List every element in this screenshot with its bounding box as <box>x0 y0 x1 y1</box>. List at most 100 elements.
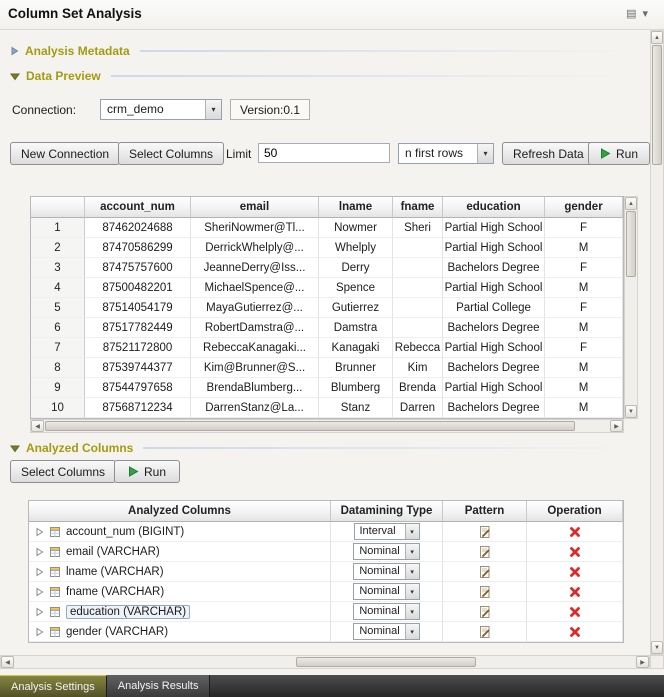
datamining-type-combobox[interactable]: Nominal ▾ <box>353 583 419 600</box>
preview-cell: F <box>545 298 623 318</box>
preview-cell <box>393 238 443 258</box>
datamining-type-combobox[interactable]: Nominal ▾ <box>353 603 419 620</box>
scrollbar-thumb[interactable] <box>45 421 575 431</box>
scroll-down-arrow[interactable]: ▼ <box>625 405 637 418</box>
twistie-collapsed-icon[interactable] <box>10 46 19 56</box>
column-header-pattern[interactable]: Pattern <box>443 501 527 522</box>
run-button-label: Run <box>144 465 166 479</box>
delete-operation-icon[interactable] <box>569 546 581 558</box>
pattern-icon[interactable] <box>478 545 491 559</box>
chevron-down-icon[interactable]: ▾ <box>405 604 419 619</box>
expand-icon[interactable] <box>35 587 44 597</box>
analyzed-row[interactable]: email (VARCHAR) Nominal ▾ <box>29 542 623 562</box>
analyzed-row[interactable]: lname (VARCHAR) Nominal ▾ <box>29 562 623 582</box>
chevron-down-icon[interactable]: ▾ <box>405 544 419 559</box>
select-columns-button[interactable]: Select Columns <box>118 142 224 165</box>
column-header-rownum[interactable] <box>31 197 85 218</box>
datamining-type-value: Interval <box>355 524 405 539</box>
preview-row[interactable]: 10 87568712234 DarrenStanz@La... Stanz D… <box>31 398 623 418</box>
twistie-expanded-icon[interactable] <box>10 444 20 453</box>
preview-row[interactable]: 8 87539744377 Kim@Brunner@S... Brunner K… <box>31 358 623 378</box>
view-menu-icon[interactable]: ▤ <box>626 7 636 21</box>
delete-operation-icon[interactable] <box>569 606 581 618</box>
scrollbar-thumb[interactable] <box>626 211 636 277</box>
chevron-down-icon[interactable]: ▾ <box>205 100 221 119</box>
pattern-icon[interactable] <box>478 565 491 579</box>
chevron-down-icon[interactable]: ▾ <box>405 524 419 539</box>
tab-analysis-results[interactable]: Analysis Results <box>107 675 211 697</box>
limit-input[interactable] <box>258 143 390 163</box>
preview-row[interactable]: 2 87470586299 DerrickWhelply@... Whelply… <box>31 238 623 258</box>
analyzed-row[interactable]: gender (VARCHAR) Nominal ▾ <box>29 622 623 642</box>
datamining-type-combobox[interactable]: Nominal ▾ <box>353 623 419 640</box>
delete-operation-icon[interactable] <box>569 526 581 538</box>
scroll-up-arrow[interactable]: ▲ <box>625 197 637 210</box>
chevron-down-icon[interactable]: ▾ <box>405 624 419 639</box>
preview-table-vscrollbar[interactable]: ▲ ▼ <box>624 196 638 419</box>
row-mode-combobox[interactable]: n first rows ▾ <box>398 143 494 164</box>
analyzed-select-columns-button[interactable]: Select Columns <box>10 460 116 483</box>
scrollbar-thumb[interactable] <box>652 45 662 165</box>
preview-row[interactable]: 1 87462024688 SheriNowmer@Tl... Nowmer S… <box>31 218 623 238</box>
new-connection-button[interactable]: New Connection <box>10 142 120 165</box>
expand-icon[interactable] <box>35 627 44 637</box>
chevron-down-icon[interactable]: ▾ <box>477 144 493 163</box>
chevron-down-icon[interactable]: ▾ <box>405 564 419 579</box>
section-header-data-preview[interactable]: Data Preview <box>10 66 642 86</box>
twistie-expanded-icon[interactable] <box>10 72 20 81</box>
analyzed-run-button[interactable]: Run <box>114 460 180 483</box>
column-header-operation[interactable]: Operation <box>527 501 623 522</box>
scroll-left-arrow[interactable]: ◀ <box>31 420 44 432</box>
column-header-fname[interactable]: fname <box>393 197 443 218</box>
datamining-type-combobox[interactable]: Interval ▾ <box>354 523 420 540</box>
pattern-icon[interactable] <box>478 585 491 599</box>
delete-operation-icon[interactable] <box>569 566 581 578</box>
preview-row[interactable]: 4 87500482201 MichaelSpence@... Spence P… <box>31 278 623 298</box>
analyzed-row[interactable]: account_num (BIGINT) Interval ▾ <box>29 522 623 542</box>
column-header-datamining-type[interactable]: Datamining Type <box>331 501 443 522</box>
scroll-right-arrow[interactable]: ▶ <box>610 420 623 432</box>
delete-operation-icon[interactable] <box>569 626 581 638</box>
connection-combobox[interactable]: crm_demo ▾ <box>100 99 222 120</box>
column-header-lname[interactable]: lname <box>319 197 393 218</box>
expand-icon[interactable] <box>35 547 44 557</box>
preview-row[interactable]: 7 87521172800 RebeccaKanagaki... Kanagak… <box>31 338 623 358</box>
section-header-analyzed-columns[interactable]: Analyzed Columns <box>10 438 642 458</box>
refresh-data-button[interactable]: Refresh Data <box>502 142 595 165</box>
editor-hscrollbar[interactable]: ◀ ▶ <box>0 655 650 669</box>
column-header-analyzed-columns[interactable]: Analyzed Columns <box>29 501 331 522</box>
analyzed-row[interactable]: fname (VARCHAR) Nominal ▾ <box>29 582 623 602</box>
column-header-gender[interactable]: gender <box>545 197 623 218</box>
chevron-down-icon[interactable]: ▾ <box>405 584 419 599</box>
pattern-icon[interactable] <box>478 525 491 539</box>
column-header-education[interactable]: education <box>443 197 545 218</box>
preview-row[interactable]: 5 87514054179 MayaGutierrez@... Gutierre… <box>31 298 623 318</box>
datamining-type-combobox[interactable]: Nominal ▾ <box>353 543 419 560</box>
preview-row[interactable]: 3 87475757600 JeanneDerry@Iss... Derry B… <box>31 258 623 278</box>
run-button[interactable]: Run <box>588 142 650 165</box>
pattern-icon[interactable] <box>478 625 491 639</box>
column-header-account-num[interactable]: account_num <box>85 197 191 218</box>
datamining-type-combobox[interactable]: Nominal ▾ <box>353 563 419 580</box>
preview-row[interactable]: 6 87517782449 RobertDamstra@... Damstra … <box>31 318 623 338</box>
expand-icon[interactable] <box>35 567 44 577</box>
preview-row[interactable]: 9 87544797658 BrendaBlumberg... Blumberg… <box>31 378 623 398</box>
editor-vscrollbar[interactable]: ▲ ▼ <box>650 30 664 655</box>
scroll-up-arrow[interactable]: ▲ <box>651 31 663 44</box>
expand-icon[interactable] <box>35 607 44 617</box>
tab-analysis-settings[interactable]: Analysis Settings <box>0 675 107 697</box>
delete-operation-icon[interactable] <box>569 586 581 598</box>
chevron-down-icon[interactable]: ▾ <box>642 7 648 21</box>
column-header-email[interactable]: email <box>191 197 319 218</box>
section-header-analysis-metadata[interactable]: Analysis Metadata <box>10 41 642 61</box>
preview-table-hscrollbar[interactable]: ◀ ▶ <box>30 419 624 433</box>
scrollbar-thumb[interactable] <box>296 657 476 667</box>
pattern-icon[interactable] <box>478 605 491 619</box>
run-button-label: Run <box>616 147 638 161</box>
analyzed-row-selected[interactable]: education (VARCHAR) Nominal ▾ <box>29 602 623 622</box>
scroll-right-arrow[interactable]: ▶ <box>636 656 649 668</box>
expand-icon[interactable] <box>35 527 44 537</box>
scroll-left-arrow[interactable]: ◀ <box>1 656 14 668</box>
connection-label: Connection: <box>12 103 76 117</box>
scroll-down-arrow[interactable]: ▼ <box>651 641 663 654</box>
